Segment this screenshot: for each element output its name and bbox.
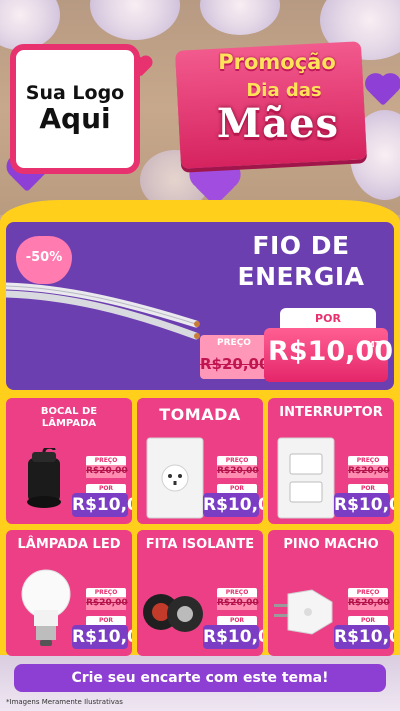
promo-title-line3: Mães (216, 100, 340, 147)
heart-icon (368, 76, 398, 106)
new-price-label: POR (86, 484, 126, 493)
product-title: FITA ISOLANTE (137, 537, 263, 553)
new-price-label: POR (348, 616, 388, 625)
product-title: LÂMPADA LED (6, 537, 132, 553)
flower-icon (200, 0, 280, 35)
featured-old-price-tag: PREÇO R$20,00 (200, 335, 270, 379)
featured-new-price-tag: R$10,00 MT (264, 328, 393, 382)
old-price-value: R$20,00 (200, 355, 270, 373)
product-title-line1: INTERRUPTOR (279, 405, 383, 420)
wire-cable-icon (6, 282, 200, 340)
discount-text: -50% (25, 250, 63, 265)
old-price-tag: PREÇO R$20,00 (348, 456, 390, 482)
product-card-pino-macho[interactable]: PINO MACHO PREÇO R$20,00 POR R$10,00 (268, 530, 394, 656)
product-title: PINO MACHO (268, 537, 394, 553)
product-title: INTERRUPTOR (268, 405, 394, 421)
old-price-value: R$20,00 (217, 465, 259, 478)
promo-title-line2: Dia das (246, 80, 322, 101)
product-title-line2: LÂMPADA (41, 417, 97, 429)
product-card-tomada[interactable]: TOMADA PREÇO R$20,00 POR R$10,00 (137, 398, 263, 524)
insulating-tape-icon (143, 594, 203, 632)
featured-product-title: FIO DE ENERGIA (216, 230, 386, 293)
product-title: TOMADA (137, 405, 263, 424)
logo-text-line2: Aqui (39, 102, 111, 136)
old-price-tag: PREÇO R$20,00 (217, 456, 259, 482)
logo-text-line1: Sua Logo (25, 82, 125, 105)
product-card-fita-isolante[interactable]: FITA ISOLANTE PREÇO R$20,00 POR R$10,00 (137, 530, 263, 656)
header-banner: Sua Logo Aqui Promoção Dia das Mães (0, 0, 400, 215)
male-plug-icon (274, 589, 333, 635)
disclaimer-text: *Imagens Meramente Ilustrativas (6, 698, 123, 706)
old-price-value: R$20,00 (348, 465, 390, 478)
product-title: BOCAL DE LÂMPADA (6, 406, 132, 429)
logo-placeholder[interactable]: Sua Logo Aqui (10, 44, 140, 174)
new-price-label: POR (348, 484, 388, 493)
new-price-value: R$10,00 (72, 625, 132, 649)
old-price-tag: PREÇO R$20,00 (348, 588, 390, 614)
unit-label: MT (366, 340, 380, 349)
new-price-value: R$10,00 (203, 493, 263, 517)
old-price-tag: PREÇO R$20,00 (86, 588, 128, 614)
new-price-label: POR (86, 616, 126, 625)
wall-outlet-icon (146, 437, 204, 519)
product-card-bocal[interactable]: BOCAL DE LÂMPADA PREÇO R$20,00 POR R$10,… (6, 398, 132, 524)
old-price-value: R$20,00 (348, 597, 390, 610)
new-price-label: POR (217, 484, 257, 493)
product-card-lampada-led[interactable]: LÂMPADA LED PREÇO R$20,00 POR R$10,00 (6, 530, 132, 656)
old-price-tag: PREÇO R$20,00 (217, 588, 259, 614)
old-price-value: R$20,00 (217, 597, 259, 610)
flower-icon (90, 0, 180, 40)
product-card-interruptor[interactable]: INTERRUPTOR PREÇO R$20,00 POR R$10,00 (268, 398, 394, 524)
product-title-line1: PINO MACHO (283, 537, 379, 552)
old-price-label: PREÇO (348, 456, 388, 465)
new-price-label: POR (217, 616, 257, 625)
new-price-label: POR (280, 308, 376, 330)
old-price-label: PREÇO (86, 456, 126, 465)
old-price-label: PREÇO (217, 456, 257, 465)
old-price-value: R$20,00 (86, 597, 128, 610)
flower-icon (0, 0, 60, 50)
product-title-line1: BOCAL DE (40, 406, 98, 417)
old-price-label: PREÇO (217, 338, 251, 348)
led-bulb-icon (21, 569, 71, 646)
featured-title-line2: ENERGIA (237, 262, 365, 292)
promo-title-line1: Promoção (218, 50, 336, 74)
product-title-line1: LÂMPADA LED (17, 537, 121, 552)
old-price-tag: PREÇO R$20,00 (86, 456, 128, 482)
old-price-label: PREÇO (348, 588, 388, 597)
old-price-label: PREÇO (86, 588, 126, 597)
new-price-value: R$10,00 (334, 493, 394, 517)
old-price-label: PREÇO (217, 588, 257, 597)
product-title-line1: TOMADA (159, 405, 241, 424)
lamp-socket-icon (27, 448, 61, 508)
new-price-value: R$10,00 (334, 625, 394, 649)
new-price-value: R$10,00 (203, 625, 263, 649)
light-switch-icon (277, 437, 335, 519)
product-title-line1: FITA ISOLANTE (145, 537, 255, 552)
create-flyer-button[interactable]: Crie seu encarte com este tema! (14, 664, 386, 692)
featured-title-line1: FIO DE (252, 231, 350, 260)
new-price-value: R$10,00 (72, 493, 132, 517)
old-price-value: R$20,00 (86, 465, 128, 478)
